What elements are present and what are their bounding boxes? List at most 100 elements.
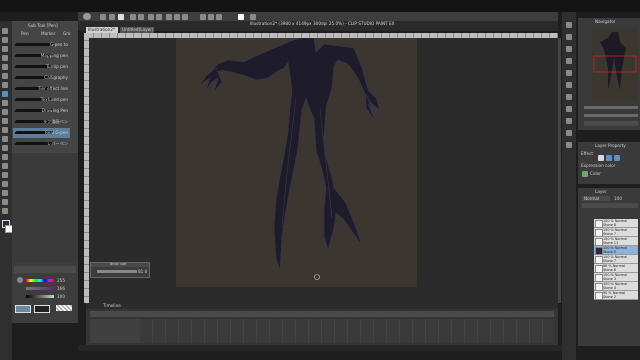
brush-item[interactable]: Turnip pen	[13, 62, 70, 72]
auto-select-tool-icon[interactable]	[2, 73, 8, 79]
layer-row[interactable]: 100 % Normal Stone 8	[594, 219, 638, 228]
snap-to-ruler-icon[interactable]	[200, 13, 206, 20]
panel-icon[interactable]	[566, 118, 572, 124]
clear-icon[interactable]	[148, 13, 154, 20]
ruler-tool-icon[interactable]	[2, 190, 8, 196]
canvas-paper[interactable]	[176, 38, 417, 287]
open-file-icon[interactable]	[109, 13, 115, 20]
gradient-tool-icon[interactable]	[2, 163, 8, 169]
deselect-icon[interactable]	[156, 13, 162, 20]
transform-icon[interactable]	[182, 13, 188, 20]
brush-item[interactable]: Calligraphy	[13, 73, 70, 83]
undo-icon[interactable]	[130, 13, 136, 20]
balloon-tool-icon[interactable]	[2, 208, 8, 214]
panel-icon[interactable]	[566, 34, 572, 40]
previous-color-swatch[interactable]	[34, 305, 50, 313]
panel-icon[interactable]	[566, 142, 572, 148]
tab-gro[interactable]: Gro	[63, 31, 70, 36]
select-all-icon[interactable]	[166, 13, 172, 20]
eraser-tool-icon[interactable]	[2, 136, 8, 142]
timeline-track-area[interactable]	[140, 319, 554, 343]
blend-mode-dropdown[interactable]: Normal	[582, 196, 610, 201]
fill-tool-icon[interactable]	[2, 154, 8, 160]
color-icon[interactable]	[238, 13, 244, 20]
color-dropdown[interactable]: Color	[590, 171, 601, 176]
clip-studio-icon[interactable]	[250, 13, 256, 20]
brush-item[interactable]: G-pen to	[13, 40, 70, 50]
eye-icon[interactable]	[583, 220, 588, 225]
layer-row-selected[interactable]: 100 % Normal Stone 5	[594, 246, 638, 255]
layer-row[interactable]: 100 % Normal Stone 11	[594, 237, 638, 246]
brush-item[interactable]: ラフ描画ペン	[13, 117, 70, 127]
layer-row[interactable]: 100 % Normal Stone 7	[594, 255, 638, 264]
navigator-rotate-slider[interactable]	[584, 114, 638, 117]
eye-icon[interactable]	[583, 283, 588, 288]
snap-to-grid-icon[interactable]	[216, 13, 222, 20]
move-layer-tool-icon[interactable]	[2, 55, 8, 61]
layer-row[interactable]: 100 % Normal Stone 3	[594, 273, 638, 282]
panel-icon[interactable]	[566, 130, 572, 136]
brush-item[interactable]: Mapping pen	[13, 51, 70, 61]
navigator-buttons[interactable]	[584, 121, 638, 126]
snap-to-special-ruler-icon[interactable]	[208, 13, 214, 20]
tone-effect-icon[interactable]	[606, 155, 612, 161]
navigator-preview[interactable]	[592, 28, 638, 100]
operation-tool-icon[interactable]	[2, 46, 8, 52]
brush-item[interactable]: レバーペン	[13, 139, 70, 149]
layer-color-icon[interactable]	[614, 155, 620, 161]
eye-icon[interactable]	[583, 265, 588, 270]
invert-selection-icon[interactable]	[174, 13, 180, 20]
eye-icon[interactable]	[583, 292, 588, 297]
pen-tool-icon[interactable]	[2, 91, 8, 97]
eye-icon[interactable]	[583, 238, 588, 243]
value-slider[interactable]	[26, 295, 54, 298]
airbrush-tool-icon[interactable]	[2, 118, 8, 124]
redo-icon[interactable]	[138, 13, 144, 20]
layer-row[interactable]: 100 % Normal Stone 4	[594, 282, 638, 291]
hue-slider[interactable]	[26, 279, 54, 282]
color-mode-icon[interactable]	[17, 277, 23, 283]
frame-tool-icon[interactable]	[2, 181, 8, 187]
zoom-tool-icon[interactable]	[2, 28, 8, 34]
border-effect-icon[interactable]	[598, 155, 604, 161]
move-tool-icon[interactable]	[2, 37, 8, 43]
brush-tool-icon[interactable]	[2, 109, 8, 115]
opacity-value[interactable]: 100	[614, 196, 622, 201]
panel-icon[interactable]	[566, 70, 572, 76]
brush-item[interactable]: Textured pen	[13, 95, 70, 105]
panel-icon[interactable]	[566, 58, 572, 64]
brush-size-slider[interactable]	[97, 270, 137, 273]
brush-item[interactable]: Drawing Pen	[13, 106, 70, 116]
eye-icon[interactable]	[583, 229, 588, 234]
app-logo-icon[interactable]	[83, 13, 91, 20]
current-color-swatch[interactable]	[15, 305, 31, 313]
layer-row[interactable]: 100 % Normal Stone 7	[594, 228, 638, 237]
expression-color-icon[interactable]	[582, 171, 588, 177]
figure-tool-icon[interactable]	[2, 172, 8, 178]
canvas-scrollbar[interactable]	[558, 38, 561, 303]
save-icon[interactable]	[118, 13, 124, 20]
layer-row[interactable]: 90 % Normal Stone 2	[594, 291, 638, 300]
eye-icon[interactable]	[583, 256, 588, 261]
eye-icon[interactable]	[583, 247, 588, 252]
brush-item[interactable]: Tier effect line	[13, 84, 70, 94]
saturation-slider[interactable]	[26, 287, 54, 290]
eyedropper-tool-icon[interactable]	[2, 82, 8, 88]
layer-row[interactable]: 86 % Normal Stone 8	[594, 264, 638, 273]
layer-tab[interactable]: Layer	[595, 189, 607, 194]
blend-tool-icon[interactable]	[2, 145, 8, 151]
pencil-tool-icon[interactable]	[2, 100, 8, 106]
eye-icon[interactable]	[583, 274, 588, 279]
navigator-zoom-slider[interactable]	[584, 106, 638, 109]
text-tool-icon[interactable]	[2, 199, 8, 205]
panel-icon[interactable]	[566, 22, 572, 28]
new-file-icon[interactable]	[100, 13, 106, 20]
brush-item-selected[interactable]: Real G-pen	[13, 128, 70, 138]
panel-icon[interactable]	[566, 106, 572, 112]
transparent-swatch[interactable]	[56, 305, 72, 311]
selection-tool-icon[interactable]	[2, 64, 8, 70]
panel-icon[interactable]	[566, 46, 572, 52]
decoration-tool-icon[interactable]	[2, 127, 8, 133]
tab-marker[interactable]: Marker	[41, 31, 55, 36]
tab-pen[interactable]: Pen	[21, 31, 29, 36]
